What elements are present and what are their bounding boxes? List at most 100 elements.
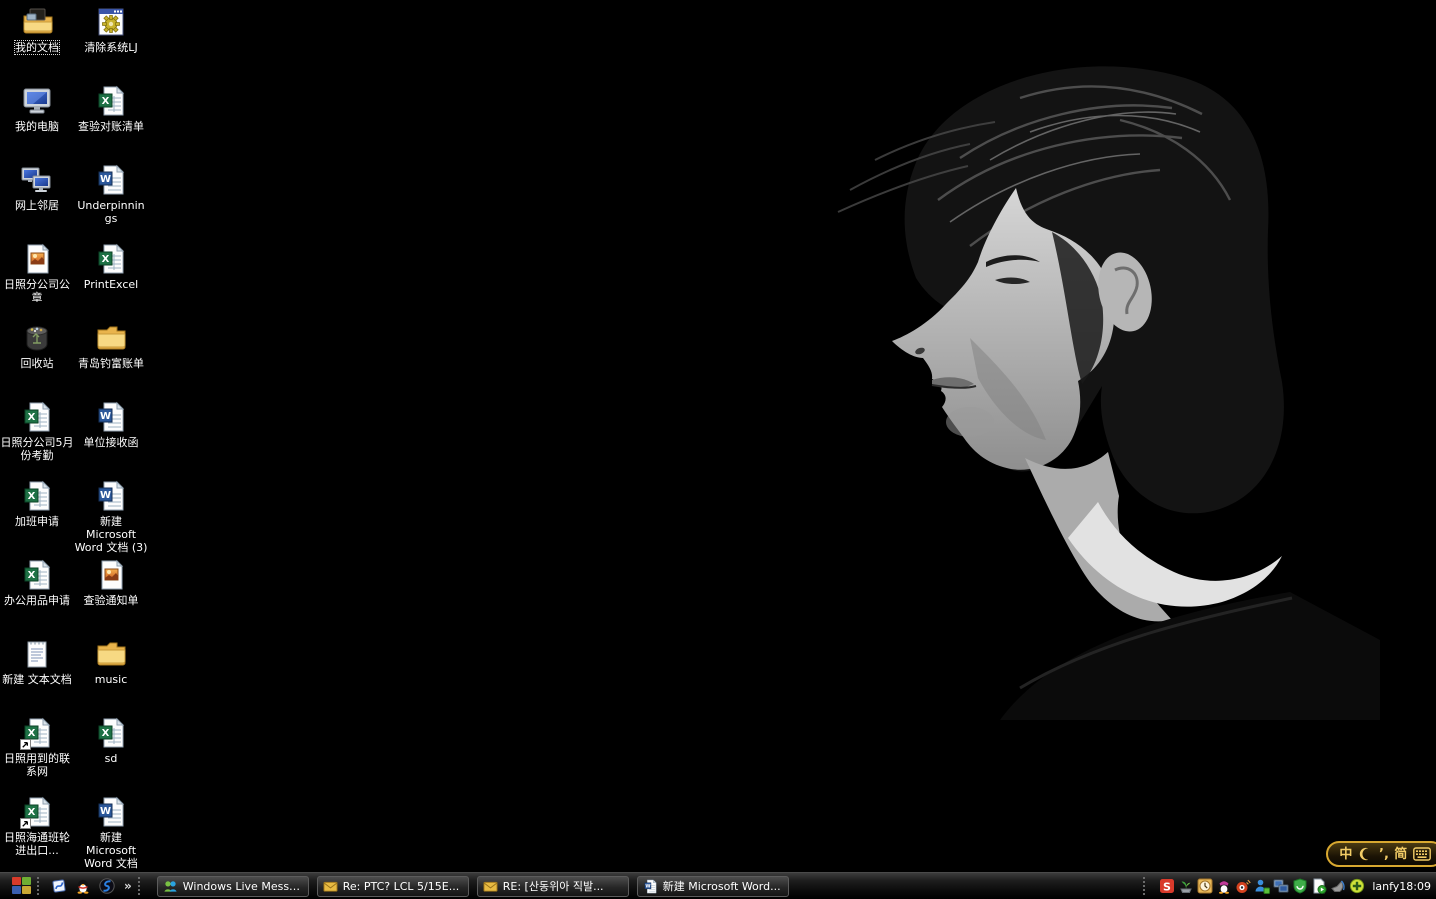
excel-file-icon — [20, 479, 54, 513]
desktop-icon-inspection-notice[interactable]: 查验通知单 — [74, 558, 148, 607]
folder-icon — [94, 637, 128, 671]
gear-window-icon — [94, 5, 128, 39]
taskbar-button-new-word-doc[interactable]: 新建 Microsoft Word... — [636, 875, 789, 897]
antivirus-cross-icon[interactable] — [1349, 878, 1365, 894]
flag-yellow-square — [22, 886, 31, 894]
taskbar-button-windows-live-messenger[interactable]: Windows Live Messe... — [156, 875, 309, 897]
icon-label: 日照分公司公章 — [4, 278, 70, 304]
desktop-icon-network-places[interactable]: 网上邻居 — [0, 163, 74, 212]
icon-label: music — [94, 673, 128, 686]
desktop-icon-rizhao-branch-seal[interactable]: 日照分公司公章 — [0, 242, 74, 304]
icon-label: 新建 Microsoft Word 文档 — [84, 831, 138, 870]
media-document-icon[interactable] — [1311, 878, 1327, 894]
desktop-icon-rizhao-haitong-shipping[interactable]: 日照海通班轮进出口... — [0, 795, 74, 857]
desktop-icon-underpinnings[interactable]: Underpinnings — [74, 163, 148, 225]
icon-label: 我的文档 — [14, 40, 60, 55]
word-icon — [643, 879, 658, 894]
image-file-icon — [20, 242, 54, 276]
icon-label: 网上邻居 — [15, 199, 59, 212]
tray-grip — [1143, 877, 1151, 895]
desktop-icon-sd[interactable]: sd — [74, 716, 148, 765]
excel-file-icon — [20, 400, 54, 434]
icon-label: 日照海通班轮进出口... — [4, 831, 70, 857]
word-file-icon — [94, 795, 128, 829]
ime-simplified-chinese[interactable]: 简 — [1394, 848, 1407, 861]
ime-language-bar: 中 ’, 简 — [1326, 841, 1436, 867]
desktop-icon-printexcel[interactable]: PrintExcel — [74, 242, 148, 291]
icon-label: 新建 文本文档 — [2, 673, 72, 686]
desktop-icon-overtime-request[interactable]: 加班申请 — [0, 479, 74, 528]
desktop-icon-my-computer[interactable]: 我的电脑 — [0, 84, 74, 133]
computer-icon — [20, 84, 54, 118]
network-places-icon — [20, 163, 54, 197]
desktop-icon-rizhao-may-attendance[interactable]: 日照分公司5月份考勤 — [0, 400, 74, 462]
excel-shortcut-icon — [20, 795, 54, 829]
icon-label: 青岛钓富账单 — [78, 357, 144, 370]
desktop-icon-clean-system-lj[interactable]: 清除系统LJ — [74, 5, 148, 54]
desktop-icon-music-folder[interactable]: music — [74, 637, 148, 686]
browser-icon[interactable] — [98, 877, 116, 895]
network-connection-icon[interactable] — [1273, 878, 1289, 894]
icon-label: 单位接收函 — [83, 436, 139, 449]
speaker-horn-icon[interactable] — [1330, 878, 1346, 894]
mail-icon — [323, 879, 338, 894]
taskbar-grip — [137, 877, 146, 895]
flag-blue-square — [12, 886, 21, 894]
wallpaper-portrait — [837, 66, 1380, 720]
desktop-icon-verification-statement[interactable]: 查验对账清单 — [74, 84, 148, 133]
desktop-icon-office-supplies-request[interactable]: 办公用品申请 — [0, 558, 74, 607]
green-plant-icon[interactable] — [1178, 878, 1194, 894]
icon-label: 新建 Microsoft Word 文档 (3) — [74, 515, 148, 554]
excel-file-icon — [94, 242, 128, 276]
icon-label: 我的电脑 — [15, 120, 59, 133]
desktop-icon-my-documents[interactable]: 我的文档 — [0, 5, 74, 55]
qq-icon[interactable] — [74, 877, 92, 895]
quick-launch-overflow-chevron[interactable]: » — [122, 879, 133, 893]
icon-label: 日照用到的联系网 — [4, 752, 70, 778]
start-button[interactable] — [12, 877, 32, 895]
icon-label: 查验通知单 — [83, 594, 139, 607]
icon-label: 日照分公司5月份考勤 — [0, 436, 74, 462]
text-file-icon — [20, 637, 54, 671]
ime-halfwidth-moon-icon[interactable] — [1358, 847, 1374, 861]
show-desktop-icon[interactable] — [50, 877, 68, 895]
desktop: X W — [0, 0, 1436, 899]
messenger-status-icon[interactable] — [1254, 878, 1270, 894]
image-file-icon — [94, 558, 128, 592]
desktop-icon-new-text-doc[interactable]: 新建 文本文档 — [0, 637, 74, 686]
recycle-bin-icon — [20, 321, 54, 355]
tray-clock[interactable]: lanfy18:09 — [1372, 880, 1431, 893]
ime-soft-keyboard-icon[interactable] — [1413, 847, 1431, 861]
security-shield-icon[interactable] — [1292, 878, 1308, 894]
tray-user-label: lanfy — [1372, 879, 1400, 893]
ime-punctuation-mode[interactable]: ’, — [1379, 848, 1389, 861]
taskbar-button-mail-ptc-lcl[interactable]: Re: PTC? LCL 5/15E... — [316, 875, 469, 897]
excel-file-icon — [94, 716, 128, 750]
excel-file-icon — [94, 84, 128, 118]
icon-label: 加班申请 — [15, 515, 59, 528]
icon-label: Underpinnings — [77, 199, 145, 225]
tray-time: 18:09 — [1399, 879, 1431, 893]
taskbar-button-mail-korean[interactable]: RE: [산동위아 직발... — [476, 875, 629, 897]
desktop-icon-rizhao-contacts[interactable]: 日照用到的联系网 — [0, 716, 74, 778]
desktop-icon-unit-receipt-letter[interactable]: 单位接收函 — [74, 400, 148, 449]
desktop-icon-qingdao-bills-folder[interactable]: 青岛钓富账单 — [74, 321, 148, 370]
sogou-input-icon[interactable] — [1159, 878, 1175, 894]
ime-chinese-mode[interactable]: 中 — [1339, 848, 1352, 861]
sina-uc-icon[interactable] — [1235, 878, 1251, 894]
icon-label: 回收站 — [20, 357, 54, 370]
folder-icon — [94, 321, 128, 355]
excel-shortcut-icon — [20, 716, 54, 750]
desktop-icon-recycle-bin[interactable]: 回收站 — [0, 321, 74, 370]
desktop-icon-new-word-doc-3[interactable]: 新建 Microsoft Word 文档 (3) — [74, 479, 148, 554]
my-documents-icon — [20, 5, 54, 39]
flag-green-square — [22, 877, 31, 885]
icon-label: 查验对账清单 — [78, 120, 144, 133]
clock-reminder-icon[interactable] — [1197, 878, 1213, 894]
word-file-icon — [94, 400, 128, 434]
qq-tray-icon[interactable] — [1216, 878, 1232, 894]
icon-label: 清除系统LJ — [84, 41, 138, 54]
messenger-icon — [163, 879, 178, 894]
desktop-icon-new-word-doc[interactable]: 新建 Microsoft Word 文档 — [74, 795, 148, 870]
system-tray: lanfy18:09 — [1138, 877, 1436, 895]
